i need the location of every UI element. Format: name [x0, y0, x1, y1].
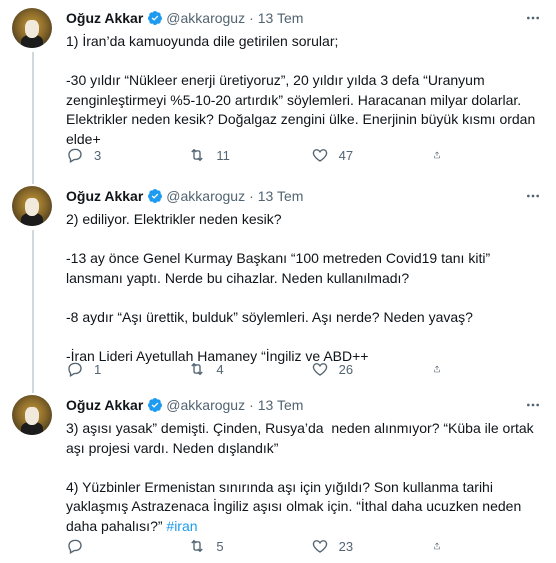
retweet-icon	[191, 362, 204, 376]
tweet-actions: 5 23	[66, 537, 451, 555]
avatar[interactable]	[12, 8, 52, 48]
share-icon	[434, 151, 440, 159]
more-options-icon[interactable]	[524, 397, 542, 413]
retweet-icon	[191, 148, 204, 162]
reply-icon	[68, 362, 82, 377]
verified-badge-icon	[148, 189, 163, 204]
retweet-count: 4	[216, 361, 224, 377]
author-name[interactable]: Oğuz Akkar	[66, 397, 143, 413]
like-count: 23	[338, 538, 354, 554]
reply-count: 1	[94, 361, 102, 377]
separator-dot: ·	[249, 10, 254, 26]
tweet-1[interactable]: Oğuz Akkar @akkaroguz · 13 Tem 1) İran’d…	[0, 0, 556, 178]
author-handle[interactable]: @akkaroguz	[166, 188, 245, 204]
share-button[interactable]	[433, 537, 451, 555]
tweet-line: 3) aşısı yasak” demişti. Çinden, Rusya’d…	[66, 420, 538, 456]
more-options-icon[interactable]	[524, 10, 542, 26]
tweet-text: 2) ediliyor. Elektrikler neden kesik? -1…	[66, 210, 542, 366]
verified-badge-icon	[148, 11, 163, 26]
like-button[interactable]: 47	[311, 146, 401, 164]
retweet-icon	[191, 539, 204, 553]
avatar-column	[12, 395, 54, 435]
tweet-thread: Oğuz Akkar @akkaroguz · 13 Tem 1) İran’d…	[0, 0, 556, 563]
tweet-text: 3) aşısı yasak” demişti. Çinden, Rusya’d…	[66, 419, 542, 536]
tweet-actions: 3 11 47	[66, 146, 451, 164]
like-heart-icon	[312, 149, 327, 162]
share-icon	[434, 542, 440, 550]
thread-connector-line	[32, 178, 34, 184]
hashtag-link[interactable]: #iran	[166, 518, 197, 534]
author-handle[interactable]: @akkaroguz	[166, 397, 245, 413]
author-handle[interactable]: @akkaroguz	[166, 10, 245, 26]
thread-connector-line	[32, 387, 34, 393]
reply-icon	[68, 148, 82, 163]
tweet-actions: 1 4 26	[66, 360, 451, 378]
tweet-header: Oğuz Akkar @akkaroguz · 13 Tem	[66, 395, 542, 415]
tweet-header: Oğuz Akkar @akkaroguz · 13 Tem	[66, 186, 542, 206]
avatar[interactable]	[12, 186, 52, 226]
tweet-line: -13 ay önce Genel Kurmay Başkanı “100 me…	[66, 250, 494, 286]
tweet-3[interactable]: Oğuz Akkar @akkaroguz · 13 Tem 3) aşısı …	[0, 387, 556, 563]
tweet-2[interactable]: Oğuz Akkar @akkaroguz · 13 Tem 2) ediliy…	[0, 178, 556, 387]
avatar-column	[12, 8, 54, 48]
verified-badge-icon	[148, 398, 163, 413]
tweet-line: 1) İran’da kamuoyunda dile getirilen sor…	[66, 33, 339, 49]
more-options-icon[interactable]	[524, 188, 542, 204]
reply-icon	[68, 539, 82, 554]
retweet-button[interactable]: 5	[188, 537, 278, 555]
tweet-text: 1) İran’da kamuoyunda dile getirilen sor…	[66, 32, 542, 149]
tweet-date[interactable]: 13 Tem	[258, 10, 304, 26]
author-name[interactable]: Oğuz Akkar	[66, 10, 143, 26]
thread-connector-line	[32, 230, 34, 387]
reply-button[interactable]: 3	[66, 146, 156, 164]
thread-connector-line	[32, 52, 34, 178]
tweet-date[interactable]: 13 Tem	[258, 397, 304, 413]
retweet-button[interactable]: 4	[188, 360, 278, 378]
like-heart-icon	[312, 540, 327, 553]
separator-dot: ·	[249, 397, 254, 413]
separator-dot: ·	[249, 188, 254, 204]
tweet-line: 2) ediliyor. Elektrikler neden kesik?	[66, 211, 282, 227]
tweet-header: Oğuz Akkar @akkaroguz · 13 Tem	[66, 8, 542, 28]
tweet-date[interactable]: 13 Tem	[258, 188, 304, 204]
reply-count: 3	[94, 147, 102, 163]
retweet-count: 11	[216, 147, 230, 163]
avatar[interactable]	[12, 395, 52, 435]
author-name[interactable]: Oğuz Akkar	[66, 188, 143, 204]
share-button[interactable]	[433, 360, 451, 378]
avatar-column	[12, 186, 54, 226]
like-button[interactable]: 26	[311, 360, 401, 378]
tweet-line: -8 aydır “Aşı ürettik, bulduk” söylemler…	[66, 308, 473, 325]
share-icon	[434, 365, 440, 373]
tweet-line: -30 yıldır “Nükleer enerji üretiyoruz”, …	[66, 72, 540, 147]
retweet-button[interactable]: 11	[188, 146, 278, 164]
like-heart-icon	[312, 363, 327, 376]
reply-button[interactable]: 1	[66, 360, 156, 378]
like-button[interactable]: 23	[311, 537, 401, 555]
reply-button[interactable]	[66, 537, 156, 555]
tweet-line: 4) Yüzbinler Ermenistan sınırında aşı iç…	[66, 478, 526, 534]
share-button[interactable]	[433, 146, 451, 164]
like-count: 26	[338, 361, 354, 377]
like-count: 47	[338, 147, 354, 163]
retweet-count: 5	[216, 538, 224, 554]
